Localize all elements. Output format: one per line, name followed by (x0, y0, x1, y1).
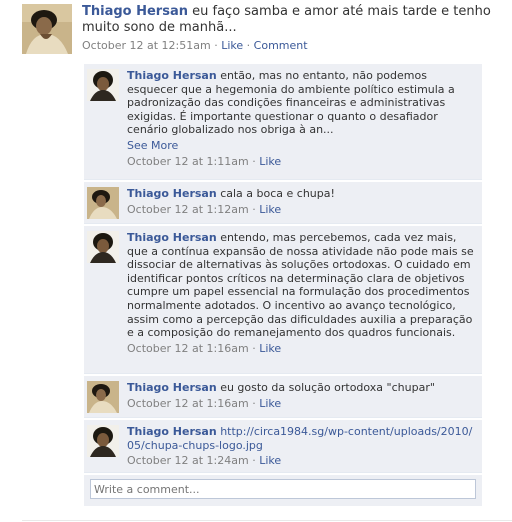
comment-text: cala a boca e chupa! (220, 187, 335, 200)
comment-like-link[interactable]: Like (259, 454, 281, 467)
comment-body: Thiago Hersan cala a boca e chupa! (127, 187, 476, 201)
comment-timestamp[interactable]: October 12 at 1:16am (127, 342, 249, 355)
avatar[interactable] (87, 69, 119, 101)
separator: · (210, 39, 222, 52)
comment-meta: October 12 at 1:11am · Like (127, 155, 476, 169)
profile-photo-icon (22, 4, 72, 54)
comment-like-link[interactable]: Like (259, 203, 281, 216)
comment-body: Thiago Hersan eu gosto da solução ortodo… (127, 381, 476, 395)
comment-timestamp[interactable]: October 12 at 1:16am (127, 397, 249, 410)
separator: · (248, 341, 260, 355)
avatar[interactable] (87, 425, 119, 457)
see-more-link[interactable]: See More (127, 139, 476, 153)
comment-text: eu gosto da solução ortodoxa "chupar" (220, 381, 435, 394)
write-comment-box (84, 475, 482, 506)
profile-photo-icon (87, 425, 119, 457)
divider (22, 520, 512, 521)
comment-author-link[interactable]: Thiago Hersan (127, 381, 217, 394)
comment-author-link[interactable]: Thiago Hersan (127, 425, 217, 438)
comment-like-link[interactable]: Like (259, 342, 281, 355)
post-author-link[interactable]: Thiago Hersan (82, 4, 188, 19)
comment-like-link[interactable]: Like (259, 397, 281, 410)
comment-item: Thiago Hersan então, mas no entanto, não… (84, 64, 482, 180)
post-body: Thiago Hersan eu faço samba e amor até m… (82, 4, 502, 53)
comment-meta: October 12 at 1:16am · Like (127, 342, 476, 356)
comment-author-link[interactable]: Thiago Hersan (127, 69, 217, 82)
comment-meta: October 12 at 1:24am · Like (127, 454, 476, 468)
comment-body: Thiago Hersan então, mas no entanto, não… (127, 69, 476, 137)
comment-author-link[interactable]: Thiago Hersan (127, 187, 217, 200)
avatar[interactable] (87, 187, 119, 219)
avatar[interactable] (87, 231, 119, 263)
post-message: Thiago Hersan eu faço samba e amor até m… (82, 4, 502, 36)
separator: · (248, 396, 260, 410)
comment-meta: October 12 at 1:16am · Like (127, 397, 476, 411)
post-meta: October 12 at 12:51am · Like · Comment (82, 39, 502, 53)
comment-text: entendo, mas percebemos, cada vez mais, … (127, 231, 474, 340)
profile-photo-icon (87, 381, 119, 413)
comment-body: Thiago Hersan entendo, mas percebemos, c… (127, 231, 476, 340)
comment-like-link[interactable]: Like (259, 155, 281, 168)
separator: · (248, 454, 260, 468)
comment-item: Thiago Hersan entendo, mas percebemos, c… (84, 226, 482, 374)
comment-timestamp[interactable]: October 12 at 1:11am (127, 155, 249, 168)
comment-timestamp[interactable]: October 12 at 1:12am (127, 203, 249, 216)
comment-input[interactable] (90, 479, 476, 499)
comment-list: Thiago Hersan então, mas no entanto, não… (84, 64, 482, 506)
post-timestamp[interactable]: October 12 at 12:51am (82, 39, 211, 52)
profile-photo-icon (87, 231, 119, 263)
comment-timestamp[interactable]: October 12 at 1:24am (127, 454, 249, 467)
comment-item: Thiago Hersan cala a boca e chupa! Octob… (84, 182, 482, 224)
avatar[interactable] (87, 381, 119, 413)
post-comment-link[interactable]: Comment (254, 39, 308, 52)
profile-photo-icon (87, 69, 119, 101)
comment-author-link[interactable]: Thiago Hersan (127, 231, 217, 244)
separator: · (248, 154, 260, 168)
profile-photo-icon (87, 187, 119, 219)
separator: · (243, 39, 254, 52)
separator: · (248, 202, 260, 216)
comment-item: Thiago Hersan eu gosto da solução ortodo… (84, 376, 482, 418)
comment-body: Thiago Hersan http://circa1984.sg/wp-con… (127, 425, 476, 452)
avatar[interactable] (22, 4, 72, 54)
comment-item: Thiago Hersan http://circa1984.sg/wp-con… (84, 420, 482, 473)
comment-meta: October 12 at 1:12am · Like (127, 203, 476, 217)
post-like-link[interactable]: Like (221, 39, 243, 52)
